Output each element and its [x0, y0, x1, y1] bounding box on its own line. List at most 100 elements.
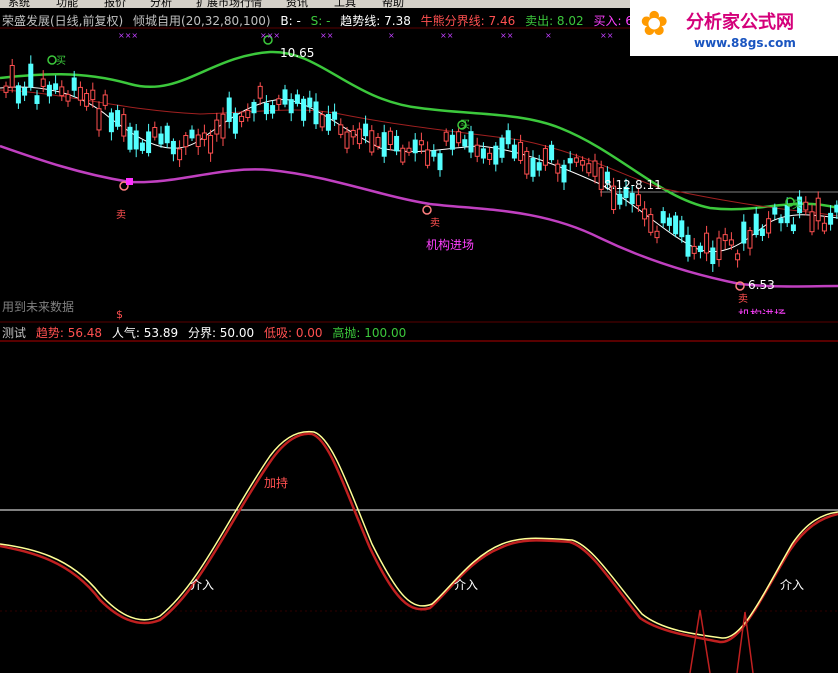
candle-body [350, 129, 356, 138]
candle-body [487, 152, 493, 160]
svg-text:×: × [388, 31, 395, 40]
candle-body [642, 208, 648, 220]
indicator-name: 倾城自用(20,32,80,100) [133, 14, 271, 28]
candle-body [71, 77, 77, 91]
candle-body [759, 228, 765, 236]
menu-quote[interactable]: 报价 [104, 0, 126, 8]
candle-body [115, 110, 121, 127]
candle-body [716, 237, 722, 261]
svg-text:××: ×× [500, 31, 513, 40]
candle-body [282, 89, 288, 105]
s-value: S: - [310, 14, 331, 28]
high-throw-value: 高抛: 100.00 [332, 326, 407, 340]
candle-body [208, 135, 214, 154]
candle-body [809, 211, 815, 233]
candle-body [356, 128, 362, 145]
candle-body [251, 101, 257, 114]
logo-title: 分析家公式网 [686, 12, 794, 33]
menu-info[interactable]: 资讯 [286, 0, 308, 8]
flower-logo-icon: ✿ [640, 4, 669, 44]
candle-body [530, 157, 536, 177]
candle-body [828, 212, 834, 225]
candle-body [648, 214, 654, 233]
candle-body [139, 142, 145, 151]
menu-analysis[interactable]: 分析 [150, 0, 172, 8]
candle-body [189, 129, 195, 139]
candle-body [195, 134, 201, 148]
candle-body [226, 97, 232, 122]
magenta-marker [126, 178, 133, 185]
candle-body [722, 234, 728, 242]
sell-mark-2: 卖 [430, 218, 440, 229]
candle-body [456, 131, 462, 144]
candle-body [586, 163, 592, 174]
candle-body [90, 89, 96, 101]
candle-body [679, 220, 685, 238]
candle-body [505, 130, 511, 145]
low-price-label: 6.53 [748, 278, 775, 292]
candle-body [325, 113, 331, 131]
candle-body [146, 131, 152, 154]
candle-body [412, 139, 418, 154]
svg-text:××: ×× [440, 31, 453, 40]
candle-body [313, 101, 319, 125]
candle-body [400, 147, 406, 163]
menu-function[interactable]: 功能 [56, 0, 78, 8]
candle-body [381, 132, 387, 157]
sub-header: 测试 趋势: 56.48 人气: 53.89 分界: 50.00 低吸: 0.0… [2, 324, 412, 341]
candle-body [598, 167, 604, 190]
candle-body [418, 140, 424, 146]
candle-body [288, 99, 294, 114]
candle-body [406, 147, 412, 153]
svg-text:××: ×× [600, 31, 613, 40]
candle-body [462, 139, 468, 147]
dollar-mark: $ [116, 308, 123, 321]
menu-system[interactable]: 系统 [8, 0, 30, 8]
candle-body [474, 144, 480, 157]
candle-body [53, 83, 59, 90]
main-header: 荣盛发展(日线,前复权) 倾城自用(20,32,80,100) B: - S: … [2, 12, 650, 29]
inst-enter-label: 机构进场 [426, 238, 475, 252]
candle-body [561, 164, 567, 183]
buy-mark-3: 买 [792, 200, 802, 211]
trend-line-value: 趋势线: 7.38 [340, 14, 411, 28]
candle-body [747, 230, 753, 249]
candle-body [704, 232, 710, 254]
candle-body [183, 135, 189, 148]
high-price-label: 10.65 [280, 46, 315, 60]
sub-indicator-name: 测试 [2, 326, 27, 340]
menu-ext-market[interactable]: 扩展市场行情 [196, 0, 262, 8]
menu-help[interactable]: 帮助 [382, 0, 404, 8]
candle-body [735, 253, 741, 261]
candle-body [220, 113, 226, 139]
candle-body [480, 148, 486, 159]
b-value: B: - [280, 14, 301, 28]
candle-body [375, 136, 381, 147]
candle-body [201, 132, 207, 140]
candle-body [790, 224, 796, 232]
candle-body [666, 217, 672, 226]
candle-body [170, 140, 176, 155]
trend-line [0, 430, 838, 639]
candle-body [363, 123, 369, 137]
candle-body [15, 85, 21, 104]
ma-white-line [0, 86, 838, 253]
future-data-label: 用到未来数据 [2, 300, 75, 314]
sell-mark-1: 卖 [116, 210, 126, 221]
buy-mark-2: 买 [460, 120, 470, 131]
menu-tools[interactable]: 工具 [334, 0, 356, 8]
candle-body [344, 131, 350, 149]
candle-body [245, 109, 251, 119]
svg-text:×: × [545, 31, 552, 40]
candle-body [152, 126, 158, 138]
add-hold-label: 加持 [264, 476, 289, 490]
candlestick-series [3, 55, 838, 272]
sell-mark-3: 卖 [738, 294, 748, 305]
candle-body [542, 148, 548, 166]
candle-body [301, 98, 307, 121]
candle-body [685, 234, 691, 257]
candle-body [294, 94, 300, 104]
candle-body [815, 197, 821, 222]
popularity-value: 人气: 53.89 [111, 326, 179, 340]
candle-body [121, 114, 127, 137]
